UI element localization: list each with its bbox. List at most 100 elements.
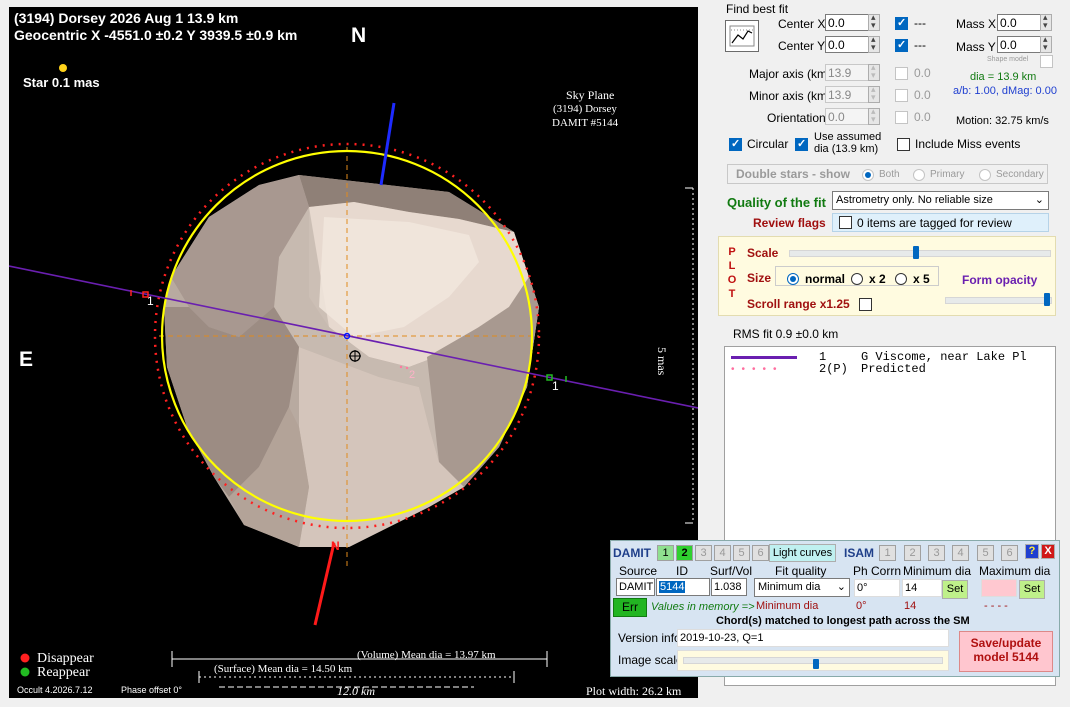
star-size-label: Star 0.1 mas xyxy=(23,75,100,90)
major-axis-spinner[interactable] xyxy=(868,62,880,81)
plot-letter: L xyxy=(728,260,736,272)
damit-model-5[interactable]: 5 xyxy=(733,545,750,561)
isam-model-1[interactable]: 1 xyxy=(879,545,896,561)
isam-model-5[interactable]: 5 xyxy=(977,545,994,561)
ph-corrn-memory: 0° xyxy=(856,600,867,612)
east-label: E xyxy=(19,348,34,371)
asteroid-shape-model xyxy=(164,175,539,547)
minor-axis-input[interactable]: 13.9 xyxy=(825,86,869,103)
size-x5-radio[interactable] xyxy=(895,273,907,285)
light-curves-button[interactable]: Light curves xyxy=(769,544,836,562)
quality-value: Astrometry only. No reliable size xyxy=(836,194,993,206)
center-y-spinner[interactable] xyxy=(868,34,880,53)
version-info-field[interactable]: 2019-10-23, Q=1 xyxy=(677,629,949,647)
shape-model-checkbox[interactable] xyxy=(1040,55,1053,68)
damit-model-2[interactable]: 2 xyxy=(676,545,693,561)
orientation-zero: 0.0 xyxy=(914,110,931,124)
mass-y-input[interactable]: 0.0 xyxy=(997,36,1041,53)
major-axis-checkbox[interactable] xyxy=(895,67,908,80)
double-secondary-radio[interactable] xyxy=(979,169,991,181)
plot-vertical-label: P L O T xyxy=(727,245,737,301)
close-icon[interactable]: X xyxy=(1041,544,1055,559)
isam-model-4[interactable]: 4 xyxy=(952,545,969,561)
size-x2-label: x 2 xyxy=(869,272,886,286)
chord-1-label-left: 1 xyxy=(147,294,154,308)
mass-y-spinner[interactable] xyxy=(1040,34,1052,53)
orientation-checkbox[interactable] xyxy=(895,111,908,124)
damit-model-1[interactable]: 1 xyxy=(657,545,674,561)
fit-quality-value: Minimum dia xyxy=(758,581,821,593)
version-info-label: Version info xyxy=(618,631,681,645)
fit-quality-memory: Minimum dia xyxy=(756,600,819,612)
chord-1-label-right: 1 xyxy=(552,379,559,393)
center-x-input[interactable]: 0.0 xyxy=(825,14,869,31)
mass-x-input[interactable]: 0.0 xyxy=(997,14,1041,31)
form-opacity-slider-thumb[interactable] xyxy=(1043,293,1050,306)
damit-id-value: 5144 xyxy=(659,581,686,593)
damit-panel: DAMIT 1 2 3 4 5 6 Light curves ISAM 1 2 … xyxy=(610,540,1060,677)
isam-model-2[interactable]: 2 xyxy=(904,545,921,561)
id-header: ID xyxy=(676,564,688,578)
min-dia-set-button[interactable]: Set xyxy=(942,580,968,599)
damit-model-3[interactable]: 3 xyxy=(695,545,712,561)
center-x-checkbox[interactable] xyxy=(895,16,908,30)
size-x2-radio[interactable] xyxy=(851,273,863,285)
review-flags-checkbox[interactable] xyxy=(839,216,852,229)
damit-id-field[interactable]: 5144 xyxy=(656,578,710,596)
center-y-checkbox[interactable] xyxy=(895,38,908,52)
max-dia-memory: - - - - xyxy=(984,600,1008,612)
damit-model-6[interactable]: 6 xyxy=(752,545,769,561)
major-axis-input[interactable]: 13.9 xyxy=(825,64,869,81)
minor-axis-checkbox[interactable] xyxy=(895,89,908,102)
scale-slider[interactable] xyxy=(789,250,1051,257)
isam-model-3[interactable]: 3 xyxy=(928,545,945,561)
ph-corrn-field[interactable]: 0° xyxy=(854,579,900,597)
image-scale-thumb[interactable] xyxy=(813,659,820,669)
center-x-spinner[interactable] xyxy=(868,12,880,31)
orientation-label: Orientation xyxy=(767,111,826,125)
save-update-model-button[interactable]: Save/update model 5144 xyxy=(959,631,1053,672)
double-both-label: Both xyxy=(879,169,900,180)
err-button[interactable]: Err xyxy=(613,598,647,617)
include-miss-checkbox[interactable] xyxy=(897,138,910,151)
plot-letter: P xyxy=(728,246,736,258)
damit-model-4[interactable]: 4 xyxy=(714,545,731,561)
values-in-memory-label: Values in memory => xyxy=(651,601,755,613)
double-stars-label: Double stars - show xyxy=(736,167,851,181)
min-dia-memory: 14 xyxy=(904,600,917,612)
fit-quality-dropdown[interactable]: Minimum dia ⌄ xyxy=(754,578,850,597)
mass-x-spinner[interactable] xyxy=(1040,12,1052,31)
size-normal-radio[interactable] xyxy=(787,273,799,285)
find-best-fit-button[interactable] xyxy=(725,20,759,52)
max-dia-field[interactable] xyxy=(981,579,1017,597)
orientation-input[interactable]: 0.0 xyxy=(825,108,869,125)
sky-plane-plot[interactable]: (3194) Dorsey 2026 Aug 1 13.9 km Geocent… xyxy=(9,7,698,698)
damit-id-label: DAMIT #5144 xyxy=(552,117,619,129)
form-opacity-label: Form opacity xyxy=(962,273,1038,287)
circular-checkbox[interactable] xyxy=(729,137,742,151)
use-assumed-checkbox[interactable] xyxy=(795,137,808,151)
quality-label: Quality of the fit xyxy=(727,195,826,210)
center-x-label: Center X xyxy=(778,17,826,31)
min-dia-field[interactable]: 14 xyxy=(902,579,942,597)
chevron-down-icon: ⌄ xyxy=(836,581,846,593)
review-flags-value: 0 items are tagged for review xyxy=(857,216,1012,230)
orientation-spinner[interactable] xyxy=(868,106,880,125)
double-primary-radio[interactable] xyxy=(913,169,925,181)
minor-axis-spinner[interactable] xyxy=(868,84,880,103)
max-dia-set-button[interactable]: Set xyxy=(1019,580,1045,599)
mass-y-label: Mass Y xyxy=(956,40,996,54)
include-miss-label: Include Miss events xyxy=(915,137,1021,151)
scale-slider-thumb[interactable] xyxy=(913,246,920,259)
double-both-radio[interactable] xyxy=(862,169,874,181)
chord-2-text: Predicted xyxy=(861,362,926,376)
quality-dropdown[interactable]: Astrometry only. No reliable size ⌄ xyxy=(832,191,1049,210)
major-axis-zero: 0.0 xyxy=(914,66,931,80)
form-opacity-slider[interactable] xyxy=(945,297,1052,304)
scale-label: Scale xyxy=(747,246,779,260)
scroll-range-checkbox[interactable] xyxy=(859,298,872,311)
source-field[interactable]: DAMIT xyxy=(616,578,655,596)
help-icon[interactable]: ? xyxy=(1025,544,1039,559)
center-y-input[interactable]: 0.0 xyxy=(825,36,869,53)
isam-model-6[interactable]: 6 xyxy=(1001,545,1018,561)
